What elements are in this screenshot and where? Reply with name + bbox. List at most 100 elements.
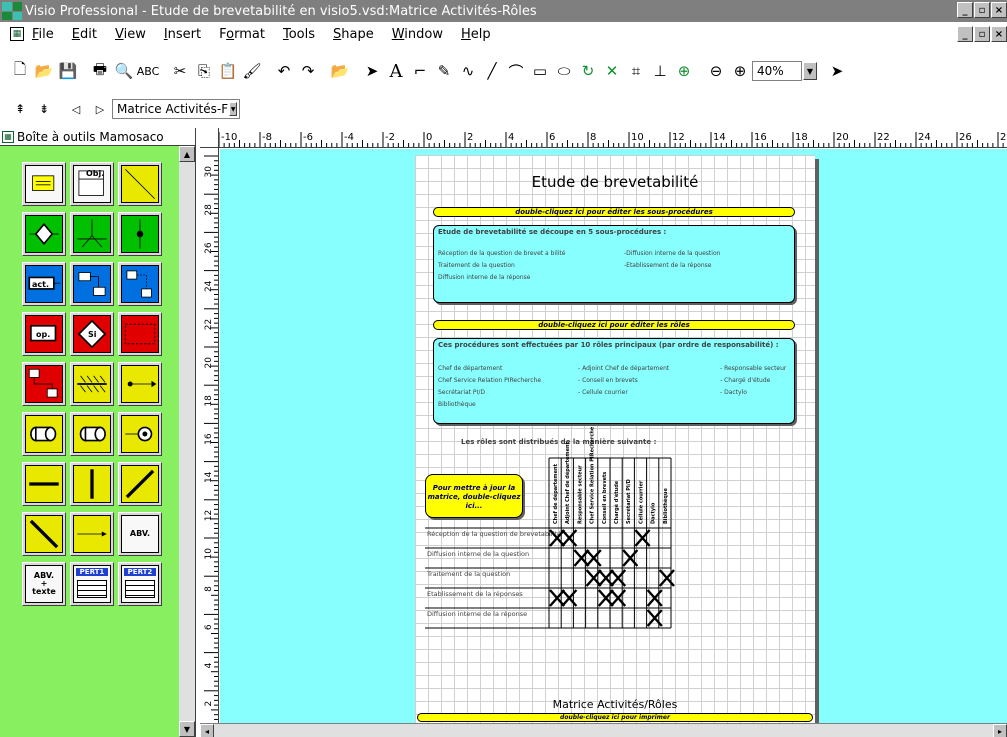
zoom-out-icon[interactable]: ⊖ [705, 60, 727, 82]
freeform-tool-icon[interactable]: ∿ [457, 60, 479, 82]
document-icon[interactable]: ▦ [10, 27, 24, 41]
new-document-icon[interactable]: 🗋 [9, 60, 31, 82]
title-bar[interactable]: Visio Professional - Etude de brevetabil… [0, 0, 1007, 22]
roles-matrix[interactable]: Chef de département Adjoint Chef de dépar… [415, 155, 815, 723]
zoom-in-icon[interactable]: ⊕ [729, 60, 751, 82]
scroll-left-icon[interactable]: ◂ [200, 724, 214, 737]
stencil-master-pert1[interactable]: PERT1 [70, 562, 114, 606]
copy-icon[interactable]: ⎘ [193, 60, 215, 82]
menu-window[interactable]: Window [392, 27, 443, 42]
doc-restore-button[interactable]: ▫ [974, 26, 990, 42]
rectangle-tool-icon[interactable]: ▭ [529, 60, 551, 82]
stencil-master-flow-step[interactable] [70, 262, 114, 306]
open-folder-icon[interactable]: 📂 [33, 60, 55, 82]
menu-view[interactable]: View [115, 27, 146, 42]
ellipse-tool-icon[interactable]: ⬭ [553, 60, 575, 82]
stencil-master-hatched[interactable] [70, 362, 114, 406]
restore-button[interactable]: ▫ [974, 2, 990, 18]
stencil-header[interactable]: ▦ Boîte à outils Mamosaco [0, 128, 195, 146]
arc-tool-icon[interactable]: ⌒ [505, 60, 527, 82]
stencil-open-icon[interactable]: 📂 [329, 60, 351, 82]
stencil-master-si[interactable]: Si [70, 312, 114, 356]
stencil-master-op[interactable]: op. [22, 312, 66, 356]
pointer-tool-icon[interactable]: ➤ [361, 60, 383, 82]
print-bar[interactable]: double-cliquez ici pour imprimer [417, 713, 813, 722]
print-preview-icon[interactable]: 🔍 [113, 60, 135, 82]
menu-format[interactable]: Format [219, 27, 265, 42]
text-tool-icon[interactable]: A [385, 60, 407, 82]
stencil-master-flow-red[interactable] [22, 362, 66, 406]
diamond-connector-icon [29, 222, 59, 246]
zoom-dropdown-icon[interactable]: ▼ [803, 62, 817, 80]
vertical-ruler[interactable]: 30 28 26 24 22 20 18 16 14 12 10 8 6 4 2 [200, 148, 219, 723]
doc-close-button[interactable]: × [991, 26, 1007, 42]
stencil-master-fork[interactable] [70, 212, 114, 256]
stencil-scrollbar[interactable]: ▲ ▼ [179, 146, 195, 737]
stencil-scroll-down-icon[interactable]: ▼ [179, 721, 195, 737]
stencil-master-cylinder-left[interactable] [22, 412, 66, 456]
stencil-scroll-up-icon[interactable]: ▲ [179, 146, 195, 162]
matrix-mark [610, 589, 627, 607]
stencil-master-arrow[interactable] [70, 512, 114, 556]
ruler-corner[interactable] [200, 128, 219, 148]
ruler-label: 0 [426, 132, 432, 143]
stamp-tool-icon[interactable]: ⊥ [649, 60, 671, 82]
help-pointer-icon[interactable]: ➤ [826, 60, 848, 82]
stencil-master-obj[interactable]: Obj. [70, 162, 114, 206]
visio-app-icon[interactable] [2, 2, 22, 20]
stencil-master-cylinder-right[interactable] [70, 412, 114, 456]
menu-help[interactable]: Help [461, 27, 491, 42]
stencil-master-abv[interactable]: ABV. [118, 512, 162, 556]
stencil-master-pert2[interactable]: PERT2 [118, 562, 162, 606]
insert-page-icon[interactable]: ⇞ [9, 98, 31, 120]
scroll-right-icon[interactable]: ▸ [993, 724, 1007, 737]
stencil-master-diamond-connector[interactable] [22, 212, 66, 256]
drawing-page[interactable]: Etude de brevetabilité double-cliquez ic… [415, 155, 815, 723]
spelling-icon[interactable]: ABC [137, 60, 160, 82]
stencil-master-slash[interactable] [118, 462, 162, 506]
stencil-master-note[interactable] [22, 162, 66, 206]
stencil-master-diagonal-line[interactable] [118, 162, 162, 206]
menu-insert[interactable]: Insert [164, 27, 201, 42]
cut-icon[interactable]: ✂ [169, 60, 191, 82]
menu-tools[interactable]: Tools [283, 27, 315, 42]
undo-icon[interactable]: ↶ [273, 60, 295, 82]
stencil-master-backslash[interactable] [22, 512, 66, 556]
connection-point-tool-icon[interactable]: ✕ [601, 60, 623, 82]
menu-shape[interactable]: Shape [333, 27, 374, 42]
pencil-tool-icon[interactable]: ✎ [433, 60, 455, 82]
horizontal-ruler[interactable]: -10-8-6-4-2024681012141618202224262830 [219, 128, 1007, 148]
minimize-button[interactable]: _ [957, 2, 973, 18]
stencil-master-hline[interactable] [22, 462, 66, 506]
stencil-master-target[interactable] [118, 412, 162, 456]
connector-tool-icon[interactable]: ⌐ [409, 60, 431, 82]
menu-file[interactable]: File [32, 27, 54, 42]
page-selector[interactable]: Matrice Activités-F ▼ [112, 99, 241, 119]
stencil-master-dashed-box[interactable] [118, 312, 162, 356]
connector-stamp-icon[interactable]: ⊕ [673, 60, 695, 82]
stencil-master-vline[interactable] [70, 462, 114, 506]
zoom-input[interactable]: 40% [752, 61, 802, 81]
line-tool-icon[interactable]: ╱ [481, 60, 503, 82]
menu-edit[interactable]: Edit [72, 27, 97, 42]
insert-page-2-icon[interactable]: ⇟ [33, 98, 55, 120]
format-painter-icon[interactable]: 🖌 [241, 60, 263, 82]
stencil-master-arrow-dot[interactable] [118, 362, 162, 406]
stencil-master-abv-texte[interactable]: ABV. + texte [22, 562, 66, 606]
horizontal-scrollbar[interactable]: ◂ ▸ [200, 723, 1007, 737]
drawing-canvas[interactable]: Etude de brevetabilité double-cliquez ic… [220, 149, 1007, 723]
stencil-master-act[interactable]: act. [22, 262, 66, 306]
paste-icon[interactable]: 📋 [217, 60, 239, 82]
next-page-icon[interactable]: ▷ [89, 98, 111, 120]
save-disk-icon[interactable]: 💾 [57, 60, 79, 82]
doc-minimize-button[interactable]: _ [957, 26, 973, 42]
rotation-tool-icon[interactable]: ↻ [577, 60, 599, 82]
crop-tool-icon[interactable]: ⌗ [625, 60, 647, 82]
page-dropdown-icon[interactable]: ▼ [229, 102, 238, 116]
close-button[interactable]: × [991, 2, 1007, 18]
redo-icon[interactable]: ↷ [297, 60, 319, 82]
previous-page-icon[interactable]: ◁ [65, 98, 87, 120]
stencil-master-dot[interactable] [118, 212, 162, 256]
stencil-master-flow-dashed[interactable] [118, 262, 162, 306]
print-icon[interactable]: 🖶 [89, 60, 111, 82]
